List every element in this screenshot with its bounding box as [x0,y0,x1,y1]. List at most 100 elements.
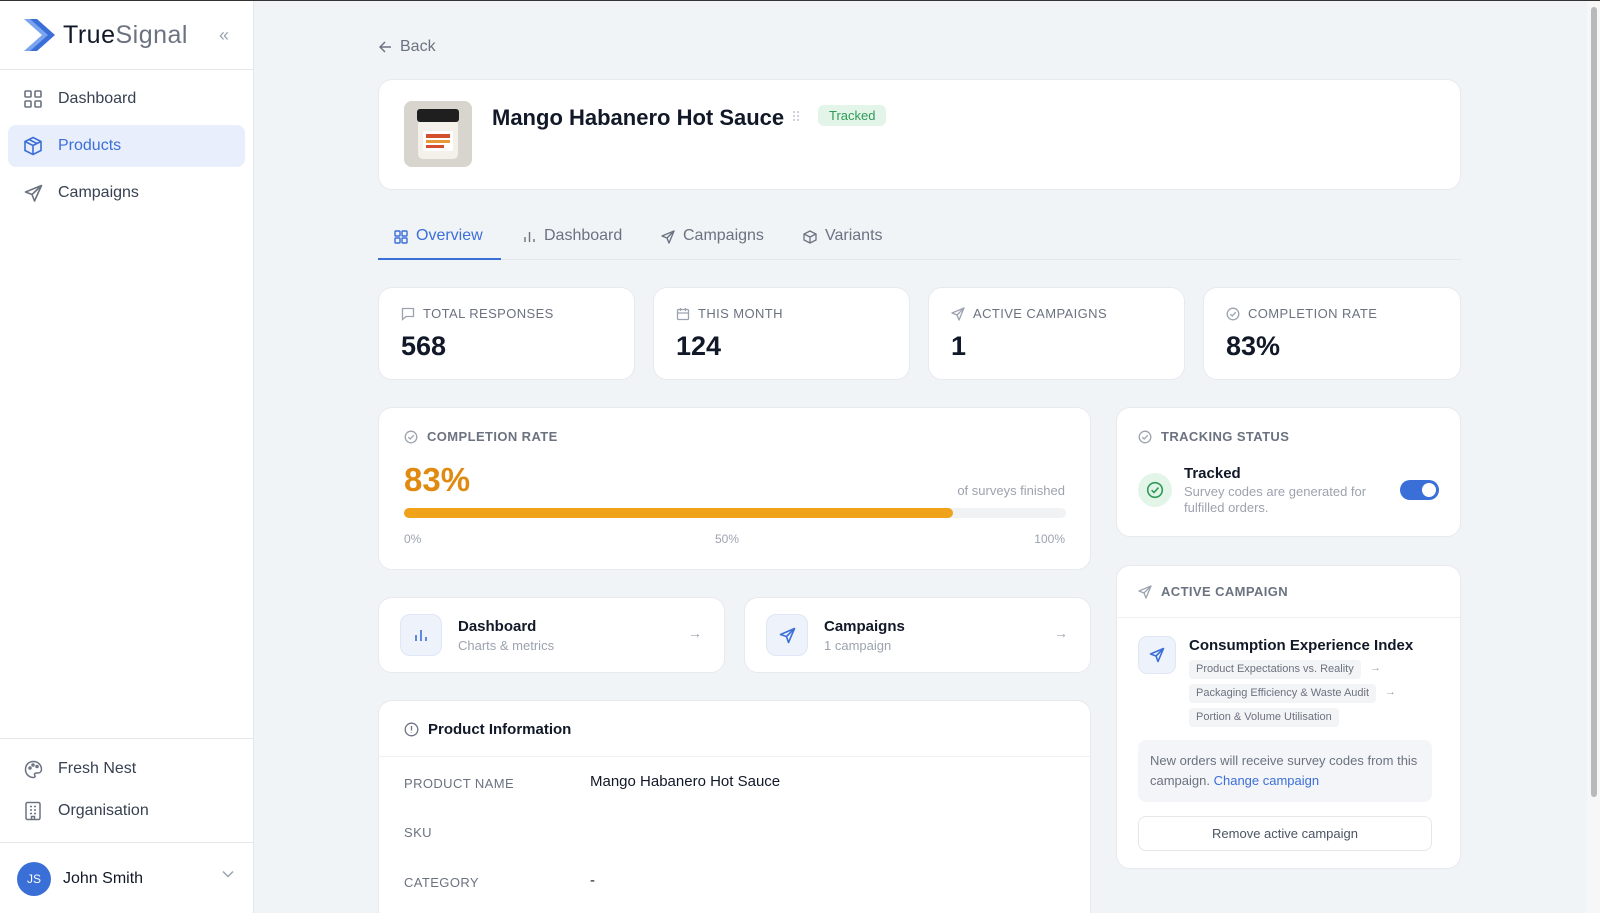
avatar: JS [17,861,51,896]
tab-variants[interactable]: Variants [803,223,883,260]
tab-bar: Overview Dashboard Campaigns Variants [378,223,1461,260]
send-icon [661,230,675,244]
check-circle-icon [1138,473,1172,507]
sidebar-item-label: Fresh Nest [58,760,137,777]
completion-caption: of surveys finished [957,483,1065,498]
progress-tick-max: 100% [1034,532,1065,546]
drag-handle-icon[interactable]: ⠿ [791,109,801,126]
link-subtitle: Charts & metrics [458,638,555,653]
stat-card-this-month: THIS MONTH 124 [653,287,910,380]
box-icon [803,230,817,244]
tab-label: Variants [825,227,883,244]
sidebar-item-label: Products [58,137,122,154]
completion-rate-card: COMPLETION RATE 83% of surveys finished … [378,407,1091,570]
link-title: Dashboard [458,618,537,635]
tracking-status-card: TRACKING STATUS Tracked Survey codes are… [1116,407,1461,537]
tab-campaigns[interactable]: Campaigns [661,223,764,260]
sidebar-item-fresh-nest[interactable]: Fresh Nest [8,748,245,790]
divider [379,756,1090,757]
stat-label: THIS MONTH [676,306,783,321]
tab-dashboard[interactable]: Dashboard [523,223,622,260]
section-heading: Product Information [404,721,571,738]
message-icon [401,307,415,321]
arrow-right-icon: → [1385,686,1396,698]
tracking-toggle[interactable] [1400,480,1439,500]
calendar-icon [676,307,690,320]
sidebar-item-label: Campaigns [58,184,139,201]
sidebar-divider [0,738,254,739]
palette-icon [22,758,44,780]
info-label-sku: SKU [404,825,432,840]
brand-name: TrueSignal [63,21,188,49]
stat-value: 124 [676,331,722,361]
active-campaign-card: ACTIVE CAMPAIGN Consumption Experience I… [1116,565,1461,869]
info-value-product-name: Mango Habanero Hot Sauce [590,773,781,790]
campaign-chip[interactable]: Product Expectations vs. Reality [1189,660,1361,679]
back-label: Back [400,38,436,55]
back-link[interactable]: Back [379,38,436,56]
send-icon [766,614,808,656]
grid-icon [394,230,408,244]
tab-label: Dashboard [544,227,623,244]
sidebar-item-label: Dashboard [58,90,137,107]
check-circle-icon [404,430,418,443]
remove-active-campaign-button[interactable]: Remove active campaign [1138,816,1432,851]
stat-label: ACTIVE CAMPAIGNS [951,306,1107,321]
sidebar-item-campaigns[interactable]: Campaigns [8,172,245,214]
send-icon [1138,636,1176,674]
arrow-left-icon [379,41,391,53]
bar-chart-icon [400,614,442,656]
change-campaign-link[interactable]: Change campaign [1214,773,1320,788]
tracking-description: Survey codes are generated for fulfilled… [1184,484,1367,515]
stat-value: 568 [401,331,447,361]
collapse-sidebar-icon[interactable]: « [214,25,234,45]
campaign-chip[interactable]: Portion & Volume Utilisation [1189,708,1339,727]
stat-value: 83% [1226,331,1281,361]
link-subtitle: 1 campaign [824,638,892,653]
chevron-down-icon [222,870,234,878]
divider [1117,617,1460,618]
product-header-card: Mango Habanero Hot Sauce ⠿ Tracked [378,79,1461,190]
stat-label: COMPLETION RATE [1226,306,1377,321]
tab-overview[interactable]: Overview [378,223,501,260]
campaigns-link-card[interactable]: Campaigns 1 campaign → [744,597,1091,673]
progress-bar-fill [404,508,954,518]
link-title: Campaigns [824,618,905,635]
brand-header: TrueSignal « [0,1,254,70]
tab-label: Campaigns [683,227,764,244]
sidebar-item-dashboard[interactable]: Dashboard [8,78,245,120]
send-icon [22,182,44,204]
info-icon [404,722,419,737]
stat-card-total-responses: TOTAL RESPONSES 568 [378,287,635,380]
toggle-knob [1422,483,1436,497]
progress-tick-min: 0% [404,532,422,546]
dashboard-link-card[interactable]: Dashboard Charts & metrics → [378,597,725,673]
scrollbar-thumb[interactable] [1591,7,1597,797]
section-label: ACTIVE CAMPAIGN [1138,584,1288,599]
stat-value: 1 [951,331,967,361]
status-badge: Tracked [818,105,887,126]
campaign-note: New orders will receive survey codes fro… [1138,740,1432,802]
sidebar-item-label: Organisation [58,802,149,819]
building-icon [22,800,44,822]
product-info-card: Product Information PRODUCT NAME Mango H… [378,700,1091,913]
progress-tick-mid: 50% [715,532,740,546]
progress-bar [404,508,1066,518]
stat-card-active-campaigns: ACTIVE CAMPAIGNS 1 [928,287,1185,380]
arrow-right-icon: → [1054,625,1068,641]
scrollbar[interactable] [1587,1,1600,913]
brand-logo-icon [24,19,55,51]
completion-value: 83% [404,461,471,498]
sidebar: TrueSignal « Dashboard Products Campaign… [0,1,254,913]
sidebar-item-products[interactable]: Products [8,125,245,167]
arrow-right-icon: → [1370,662,1381,674]
sidebar-item-organisation[interactable]: Organisation [8,790,245,832]
campaign-chip[interactable]: Packaging Efficiency & Waste Audit [1189,684,1377,703]
info-label-category: CATEGORY [404,875,479,890]
info-value-category: - [590,872,595,889]
box-icon [22,135,44,157]
stat-card-completion-rate: COMPLETION RATE 83% [1203,287,1461,380]
user-menu[interactable]: JS John Smith [0,843,254,913]
section-label: COMPLETION RATE [404,429,558,444]
info-label-product-name: PRODUCT NAME [404,776,515,791]
